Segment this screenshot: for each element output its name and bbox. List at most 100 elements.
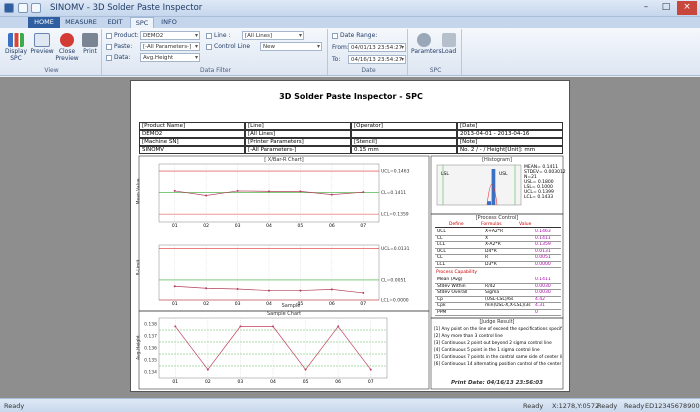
view-group: Display SPC Preview Close Preview Print … — [2, 29, 102, 75]
bar-chart-icon — [8, 33, 24, 47]
data-point — [268, 190, 270, 193]
x-tick-label: 03 — [235, 223, 241, 229]
y-tick-label: 0.138 — [144, 322, 157, 328]
data-point — [268, 289, 270, 292]
date-range-checkbox[interactable] — [332, 33, 338, 39]
status-ready: Ready — [523, 402, 544, 410]
paste-select[interactable]: [-All Parameters-] — [140, 42, 200, 51]
x-tick-label: 02 — [203, 301, 209, 307]
control-line-label: UCL=0.0131 — [381, 246, 410, 252]
process-cell: UCL — [437, 229, 446, 234]
save-icon[interactable] — [18, 3, 28, 13]
paste-checkbox[interactable] — [106, 44, 112, 50]
x-tick-label: 01 — [172, 301, 178, 307]
close-button[interactable]: × — [677, 1, 697, 15]
display-spc-button[interactable]: Display SPC — [4, 33, 28, 62]
control-line-checkbox[interactable] — [206, 44, 212, 50]
judge-result-title: [Judge Result] — [479, 319, 515, 325]
data-point — [236, 189, 239, 192]
process-cell: X — [485, 235, 489, 241]
sample-axis-label: Sample — [281, 303, 301, 309]
judge-row: [2] Any more than 3 control line — [434, 334, 503, 339]
capability-cell: Sigma — [485, 290, 500, 295]
data-point — [362, 191, 365, 194]
date-group: Date Range: From: 04/01/13 23:54:27 To: … — [330, 29, 408, 75]
control-line-label: CL=0.0051 — [381, 277, 406, 283]
capability-cell: Mean (Avg) — [437, 277, 463, 282]
process-cell: D4*R — [485, 248, 497, 254]
minimize-button[interactable]: – — [636, 1, 656, 15]
data-point — [236, 288, 239, 290]
print-button[interactable]: Print — [80, 33, 100, 55]
capability-cell: Stdev Overall — [437, 290, 468, 295]
data-checkbox[interactable] — [106, 55, 112, 61]
data-point — [272, 325, 274, 328]
judge-row: [3] Continuous 2 point out beyond 2 sigm… — [434, 341, 552, 346]
capability-cell: 0 — [535, 309, 538, 315]
process-row: LCL D3*R 0.0000 — [435, 262, 561, 268]
r-limit-axis-label: R-Limit — [136, 259, 142, 276]
tab-home[interactable]: HOME — [28, 17, 60, 28]
capability-cell — [483, 310, 533, 316]
x-tick-label: 03 — [238, 379, 244, 385]
date-from-input[interactable]: 04/01/13 23:54:27 — [348, 43, 406, 52]
data-point — [330, 193, 333, 196]
product-select[interactable]: DEMO2 — [140, 31, 200, 40]
capability-cell: 0.1411 — [535, 277, 551, 282]
data-point — [173, 285, 176, 288]
maximize-button[interactable]: □ — [656, 1, 676, 15]
status-id: ED123456789000 — [645, 402, 700, 410]
process-cell: 0.1359 — [535, 242, 551, 247]
print-preview-area[interactable]: 3D Solder Paste Inspector - SPC [Product… — [0, 77, 700, 398]
x-tick-label: 01 — [172, 379, 178, 385]
hist-lsl-label: LSL — [441, 172, 449, 177]
tab-spc[interactable]: SPC — [130, 17, 154, 28]
product-checkbox[interactable] — [106, 33, 112, 39]
status-ready-2: Ready — [597, 402, 618, 410]
close-preview-icon — [60, 33, 74, 47]
data-point — [299, 289, 302, 292]
capability-cell: Cp — [437, 296, 443, 302]
x-tick-label: 06 — [329, 301, 335, 307]
x-tick-label: 02 — [203, 223, 209, 229]
histogram-stats: MEAN= 0.1411 STDEV= 0.003012 N=21 USL= 0… — [524, 165, 566, 200]
load-icon — [442, 33, 456, 47]
capability-cell: 0.0030 — [535, 290, 551, 295]
data-point — [206, 368, 209, 371]
process-cell: 0.1463 — [535, 229, 551, 234]
process-cell: R — [485, 255, 489, 260]
capability-cell: R/d2 — [485, 283, 496, 289]
ribbon-tabs: HOME MEASURE EDIT SPC INFO — [0, 17, 700, 28]
window-title: SINOMV - 3D Solder Paste Inspector — [50, 3, 203, 13]
close-preview-button[interactable]: Close Preview — [55, 33, 79, 62]
data-select[interactable]: Avg.Height — [140, 53, 200, 62]
data-point — [337, 325, 340, 328]
data-point — [205, 287, 208, 290]
process-cell: LCL — [437, 242, 446, 247]
data-point — [362, 291, 365, 294]
app-logo-icon — [4, 3, 14, 13]
process-cell: UCL — [437, 248, 446, 254]
date-to-input[interactable]: 04/16/13 23:54:27 — [348, 55, 406, 64]
x-tick-label: 07 — [360, 223, 366, 229]
y-tick-label: 0.135 — [144, 358, 157, 364]
preview-button[interactable]: Preview — [30, 33, 54, 55]
avg-height-axis-label: Avg.Height — [136, 335, 142, 360]
load-button[interactable]: Load — [438, 33, 460, 55]
process-capability-label: Process Capability — [436, 270, 478, 275]
status-left: Ready — [4, 402, 25, 410]
undo-icon[interactable] — [31, 3, 41, 13]
capability-cell: Cpk — [437, 303, 446, 308]
tab-edit[interactable]: EDIT — [103, 17, 127, 28]
line-checkbox[interactable] — [206, 33, 212, 39]
parameters-button[interactable]: Paramters — [411, 33, 442, 55]
capability-row: PPM 0 — [435, 309, 561, 316]
y-tick-label: 0.137 — [144, 334, 157, 340]
line-select[interactable]: [All Lines] — [242, 31, 304, 40]
capability-cell: 4.42 — [535, 296, 546, 302]
control-line-label: LCL=0.1359 — [381, 212, 409, 218]
tab-info[interactable]: INFO — [157, 17, 181, 28]
control-line-select[interactable]: New — [260, 42, 322, 51]
x-tick-label: 04 — [266, 223, 272, 229]
tab-measure[interactable]: MEASURE — [62, 17, 100, 28]
